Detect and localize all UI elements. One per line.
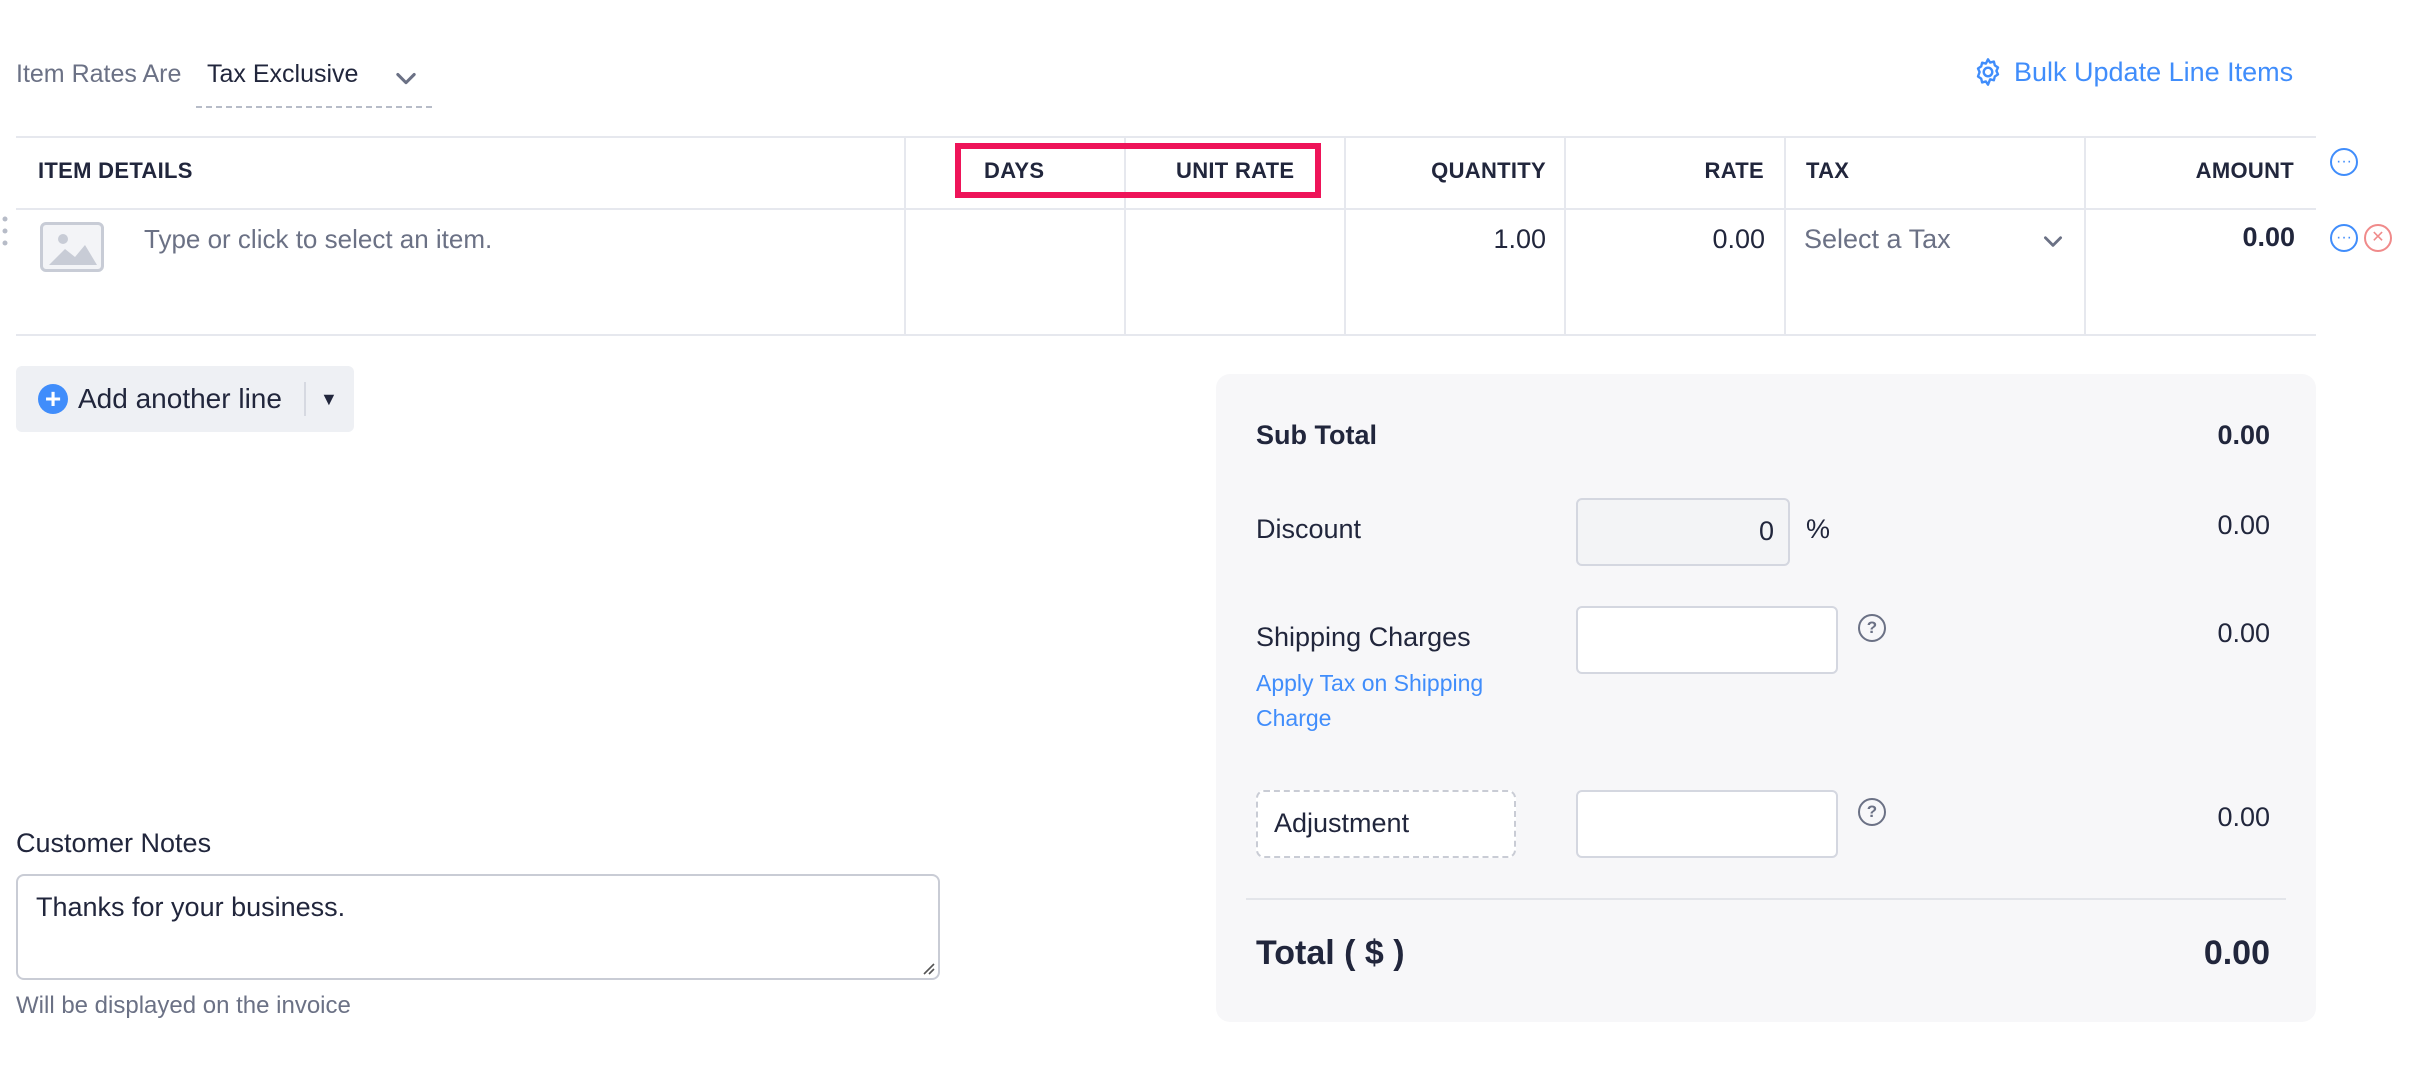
item-input[interactable]: Type or click to select an item. bbox=[144, 224, 492, 255]
column-divider bbox=[2084, 138, 2086, 334]
col-amount: AMOUNT bbox=[2195, 158, 2294, 183]
total-value: 0.00 bbox=[2203, 934, 2270, 972]
column-divider bbox=[1344, 138, 1346, 334]
chevron-down-icon bbox=[2044, 236, 2062, 247]
discount-unit: % bbox=[1806, 514, 1831, 544]
image-icon bbox=[49, 234, 97, 265]
totals-divider bbox=[1246, 898, 2286, 900]
tax-select[interactable]: Select a Tax bbox=[1804, 224, 1951, 255]
add-another-line-button[interactable]: + Add another line ▼ bbox=[16, 366, 354, 432]
sub-total-value: 0.00 bbox=[2217, 420, 2270, 450]
rate-input[interactable]: 0.00 bbox=[1712, 224, 1765, 255]
bulk-update-link[interactable]: Bulk Update Line Items bbox=[1972, 56, 2293, 88]
discount-input[interactable]: 0 bbox=[1576, 498, 1790, 566]
help-icon[interactable]: ? bbox=[1858, 798, 1886, 826]
adjustment-label-input[interactable]: Adjustment bbox=[1256, 790, 1516, 858]
plus-icon: + bbox=[38, 384, 68, 414]
shipping-charges-input[interactable] bbox=[1576, 606, 1838, 674]
apply-tax-shipping-link[interactable]: Apply Tax on Shipping Charge bbox=[1256, 666, 1516, 736]
item-rates-value: Tax Exclusive bbox=[207, 60, 359, 88]
column-divider bbox=[1784, 138, 1786, 334]
image-placeholder-icon[interactable] bbox=[40, 222, 104, 272]
shipping-charges-label: Shipping Charges bbox=[1256, 622, 1471, 652]
help-icon[interactable]: ? bbox=[1858, 614, 1886, 642]
table-header-divider bbox=[16, 208, 2316, 210]
gear-icon bbox=[1976, 58, 2000, 86]
more-options-icon[interactable]: ··· bbox=[2330, 224, 2358, 252]
item-rates-label: Item Rates Are bbox=[16, 60, 182, 88]
days-unit-rate-highlight bbox=[955, 143, 1321, 198]
discount-value: 0.00 bbox=[2217, 510, 2270, 540]
adjustment-input[interactable] bbox=[1576, 790, 1838, 858]
customer-notes-value: Thanks for your business. bbox=[36, 892, 346, 922]
quantity-input[interactable]: 1.00 bbox=[1493, 224, 1546, 255]
column-options-button[interactable]: ··· bbox=[2330, 148, 2358, 176]
discount-label: Discount bbox=[1256, 514, 1362, 544]
bulk-update-label: Bulk Update Line Items bbox=[2014, 56, 2294, 87]
customer-notes-label: Customer Notes bbox=[16, 828, 212, 858]
col-tax: TAX bbox=[1806, 158, 1850, 183]
amount-value: 0.00 bbox=[2242, 222, 2295, 252]
divider bbox=[303, 382, 306, 416]
sub-total-label: Sub Total bbox=[1256, 420, 1377, 450]
adjustment-label: Adjustment bbox=[1274, 808, 1410, 838]
adjustment-value: 0.00 bbox=[2217, 802, 2270, 832]
more-icon: ··· bbox=[2330, 148, 2358, 176]
col-rate: RATE bbox=[1704, 158, 1764, 183]
drag-handle-icon[interactable] bbox=[0, 214, 10, 248]
item-rates-select[interactable]: Tax Exclusive bbox=[196, 56, 432, 108]
chevron-down-icon bbox=[396, 72, 416, 85]
remove-row-icon[interactable]: ✕ bbox=[2364, 224, 2392, 252]
caret-down-icon[interactable]: ▼ bbox=[320, 389, 338, 410]
column-divider bbox=[1564, 138, 1566, 334]
shipping-charges-value: 0.00 bbox=[2217, 618, 2270, 648]
customer-notes-textarea[interactable]: Thanks for your business. bbox=[16, 874, 940, 980]
total-label: Total ( $ ) bbox=[1256, 934, 1405, 972]
totals-panel: Sub Total 0.00 Discount 0 % 0.00 Shippin… bbox=[1216, 374, 2316, 1022]
col-quantity: QUANTITY bbox=[1431, 158, 1546, 183]
add-another-line-label: Add another line bbox=[78, 383, 282, 414]
discount-input-value: 0 bbox=[1758, 516, 1774, 546]
resize-handle-icon[interactable] bbox=[921, 961, 935, 975]
row-actions: ··· ✕ bbox=[2330, 224, 2392, 252]
column-divider bbox=[904, 138, 906, 334]
customer-notes-hint: Will be displayed on the invoice bbox=[16, 992, 351, 1019]
col-item-details: ITEM DETAILS bbox=[38, 158, 193, 183]
